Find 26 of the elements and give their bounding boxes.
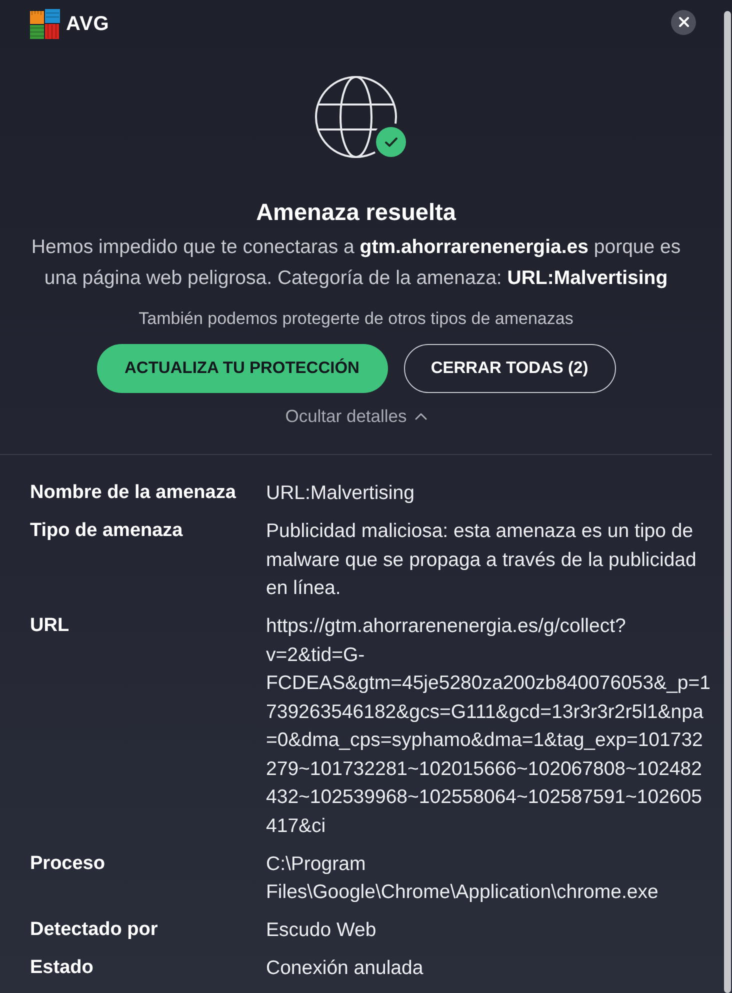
upgrade-button[interactable]: ACTUALIZA TU PROTECCIÓN (96, 344, 388, 393)
detail-value: Escudo Web (266, 918, 378, 943)
globe-icon (314, 75, 398, 159)
detail-value: C:\Program Files\Google\Chrome\Application\chrome.exe (266, 852, 660, 905)
logo-icon (30, 9, 60, 39)
upsell-note: También podemos protegerte de otros tipos de amenazas (138, 308, 574, 330)
detail-value: https://gtm.ahorrarenenergia.es/g/collect?v=2&tid=G-FCDEAS&gtm=45je5280za200zb840076053&_p=1739263546182&gcs=G111&gcd=13r3r3r2r5l1&npa=0&dma_cps=syphamo&dma=1&tag_exp=101732279~101732281~102015666~102067808~102482432~102539968~102558064~102587591~102605417&ci (266, 614, 712, 838)
details-toggle[interactable]: Ocultar detalles (285, 404, 427, 428)
detail-value: Publicidad maliciosa: esta amenaza es un tipo de malware que se propaga a través de la publicidad en línea. (266, 519, 698, 601)
detail-label: URL (30, 614, 70, 638)
check-badge-icon (376, 127, 406, 157)
detail-label: Estado (30, 956, 94, 980)
close-button[interactable] (671, 10, 696, 34)
detail-value: Conexión anulada (266, 956, 424, 981)
detail-label: Tipo de amenaza (30, 519, 184, 543)
alert-title: Amenaza resuelta (256, 198, 456, 226)
detail-label: Detectado por (30, 918, 159, 942)
detail-value: URL:Malvertising (266, 481, 416, 506)
detail-label: Nombre de la amenaza (30, 481, 237, 505)
alert-message: Hemos impedido que te conectaras a gtm.ahorrarenenergia.es porque es una página web peligrosa. Categoría de la amenaza: URL:Malvertising (30, 235, 682, 291)
caret-icon (414, 412, 427, 420)
close-all-button[interactable]: CERRAR TODAS (2) (404, 344, 616, 393)
close-icon (678, 17, 688, 27)
scrollbar-thumb[interactable] (724, 11, 731, 993)
logo-text: AVG (66, 12, 110, 36)
detail-label: Proceso (30, 852, 106, 876)
